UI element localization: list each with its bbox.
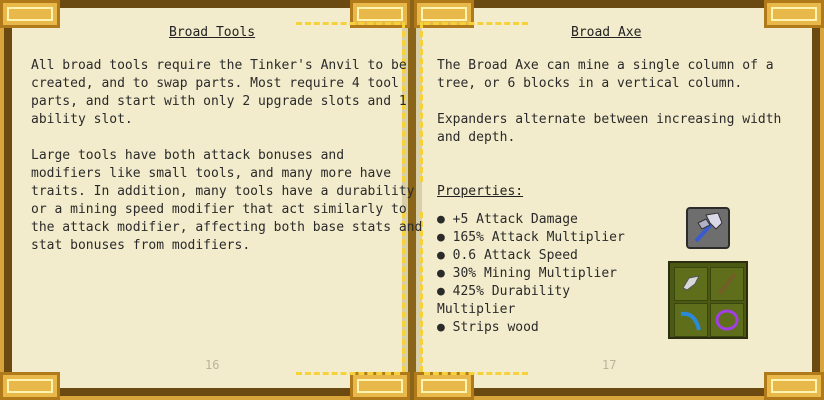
part-slot[interactable] <box>710 303 744 337</box>
part-slot[interactable] <box>674 303 708 337</box>
corner-ornament <box>764 372 824 400</box>
list-item: ● +5 Attack Damage <box>437 212 578 227</box>
right-page-title: Broad Axe <box>571 25 642 40</box>
properties-heading: Properties: <box>437 184 524 199</box>
right-page-paragraph: Expanders alternate between increasing w… <box>437 112 782 145</box>
page-number-right: 17 <box>602 358 617 372</box>
corner-ornament <box>0 372 60 400</box>
parts-grid <box>668 261 748 339</box>
properties-list: ● +5 Attack Damage ● 165% Attack Multipl… <box>437 211 625 337</box>
tool-display-slot[interactable] <box>686 207 730 249</box>
left-page-paragraph: Large tools have both attack bonuses and… <box>31 148 423 253</box>
broad-axe-icon <box>694 212 723 243</box>
corner-ornament <box>414 372 474 400</box>
plate-icon <box>680 311 701 331</box>
list-item: ● 30% Mining Multiplier <box>437 266 618 281</box>
left-page-paragraph: All broad tools require the Tinker's Anv… <box>31 58 407 127</box>
binding-icon <box>715 309 739 331</box>
corner-ornament <box>764 0 824 28</box>
trim-line <box>296 372 400 375</box>
list-item: ● Strips wood <box>437 320 539 335</box>
tool-rod-icon <box>717 273 737 295</box>
corner-ornament <box>350 372 410 400</box>
part-slot[interactable] <box>674 267 708 301</box>
trim-line <box>296 22 400 25</box>
axe-head-icon <box>682 275 700 291</box>
trim-line <box>424 22 528 25</box>
page-number-left: 16 <box>205 358 220 372</box>
part-slot[interactable] <box>710 267 744 301</box>
trim-line <box>424 372 528 375</box>
right-page-paragraph: The Broad Axe can mine a single column o… <box>437 58 774 91</box>
corner-ornament <box>0 0 60 28</box>
list-item: ● 425% Durability Multiplier <box>437 284 571 317</box>
list-item: ● 165% Attack Multiplier <box>437 230 625 245</box>
left-page-title: Broad Tools <box>169 25 256 40</box>
list-item: ● 0.6 Attack Speed <box>437 248 578 263</box>
guidebook: Broad Tools All broad tools require the … <box>0 0 824 400</box>
